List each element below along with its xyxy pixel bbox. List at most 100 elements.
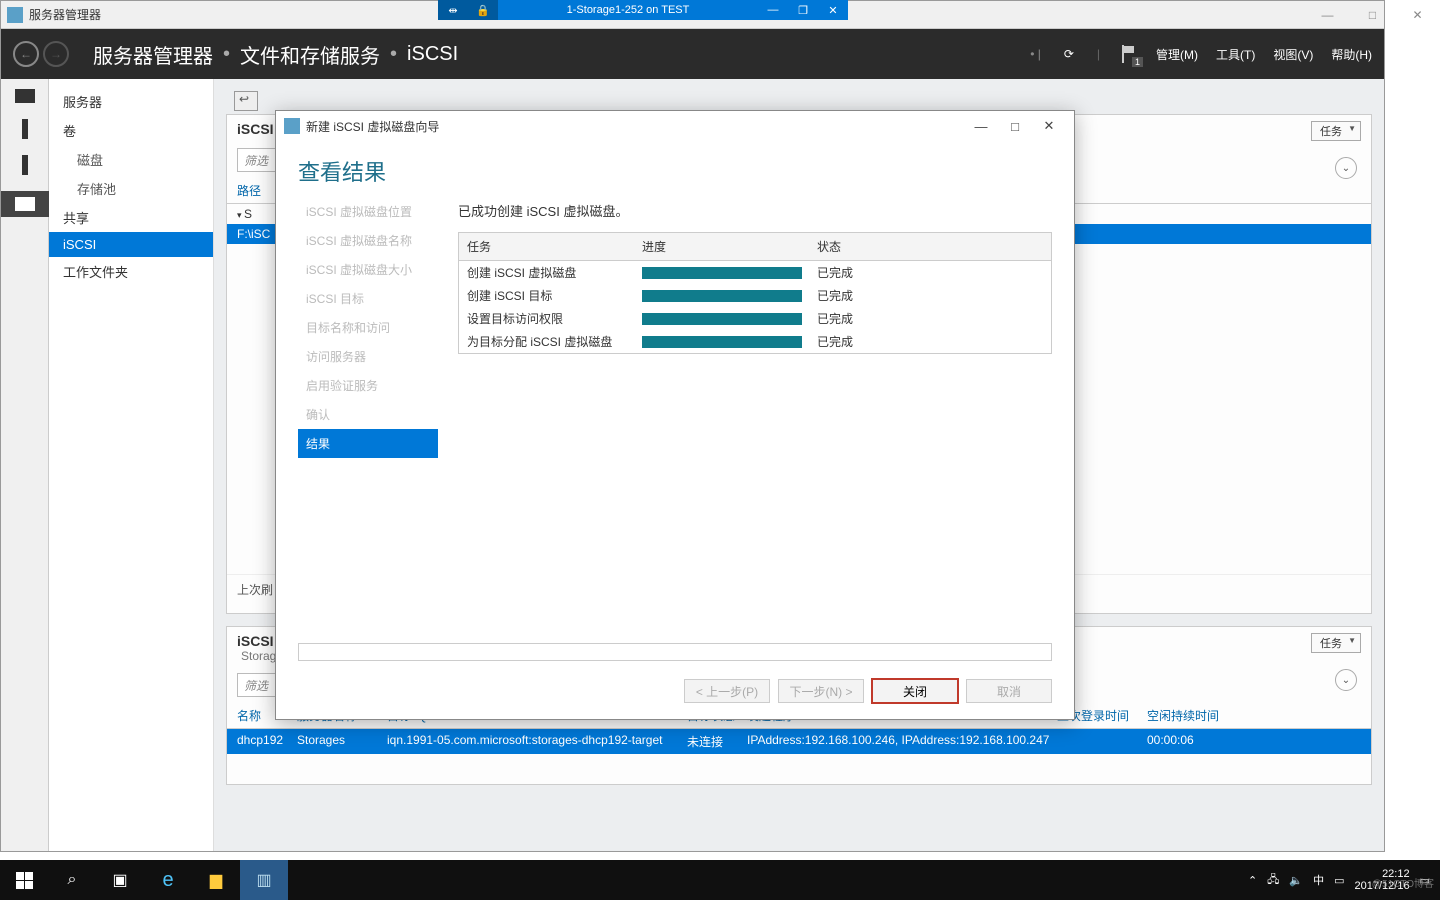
nav-storage-pools[interactable]: 存储池 — [49, 174, 213, 203]
file-storage-icon[interactable] — [1, 191, 49, 217]
cell-iqn: iqn.1991-05.com.microsoft:storages-dhcp1… — [387, 733, 687, 750]
ime-icon[interactable]: ▭ — [1334, 874, 1344, 887]
progress-bar — [642, 290, 802, 302]
cell-initiator: IPAddress:192.168.100.246, IPAddress:192… — [747, 733, 1057, 750]
ie-icon[interactable]: e — [144, 860, 192, 900]
header-dash: • | — [1030, 47, 1041, 61]
nav-shares[interactable]: 共享 — [49, 203, 213, 232]
task-label: 设置目标访问权限 — [459, 307, 634, 330]
cancel-button: 取消 — [966, 679, 1052, 703]
ime-indicator[interactable]: 中 — [1313, 872, 1324, 888]
status-label: 已完成 — [809, 330, 909, 353]
step-auth: 启用验证服务 — [298, 371, 438, 400]
step-target: iSCSI 目标 — [298, 284, 438, 313]
expand-toggle-2[interactable]: ⌄ — [1335, 669, 1357, 691]
wizard-max-button[interactable]: □ — [998, 119, 1032, 134]
header-bar: ← → 服务器管理器 • 文件和存储服务 • iSCSI • | ⟳ | 1 管… — [1, 29, 1384, 79]
notifications-flag-icon[interactable]: 1 — [1118, 44, 1138, 64]
wizard-steps: iSCSI 虚拟磁盘位置 iSCSI 虚拟磁盘名称 iSCSI 虚拟磁盘大小 i… — [298, 197, 438, 633]
close-button[interactable]: 关闭 — [872, 679, 958, 703]
volume-icon[interactable]: 🔈 — [1289, 874, 1303, 887]
wizard-message: 已成功创建 iSCSI 虚拟磁盘。 — [458, 201, 1052, 220]
cell-last — [1057, 733, 1147, 750]
step-results: 结果 — [298, 429, 438, 458]
rdp-pin-icon[interactable]: ⇹ — [438, 0, 468, 20]
explorer-icon[interactable]: ▆ — [192, 860, 240, 900]
task-label: 为目标分配 iSCSI 虚拟磁盘 — [459, 330, 634, 353]
rdp-lock-icon: 🔒 — [468, 0, 498, 20]
task-label: 创建 iSCSI 目标 — [459, 284, 634, 307]
crumb-1[interactable]: 文件和存储服务 — [240, 40, 380, 69]
nav-volumes[interactable]: 卷 — [49, 116, 213, 145]
status-label: 已完成 — [809, 284, 909, 307]
chevron-icon: • — [390, 43, 397, 66]
all-servers-icon[interactable] — [22, 155, 28, 175]
expand-toggle[interactable]: ⌄ — [1335, 157, 1357, 179]
result-row: 创建 iSCSI 虚拟磁盘 已完成 — [459, 261, 1051, 284]
tasks-dropdown[interactable]: 任务 — [1311, 121, 1361, 141]
network-icon[interactable]: 🖧 — [1267, 871, 1279, 890]
system-tray[interactable]: ⌃ 🖧 🔈 中 ▭ 22:12 2017/12/16 ▭ @51CTO博客 — [1248, 868, 1440, 892]
col-status: 状态 — [809, 233, 909, 260]
results-table: 任务 进度 状态 创建 iSCSI 虚拟磁盘 已完成 创建 iSCSI 目标 已… — [458, 232, 1052, 354]
search-icon[interactable]: ⌕ — [48, 860, 96, 900]
target-row[interactable]: dhcp192 Storages iqn.1991-05.com.microso… — [227, 729, 1371, 754]
crumb-2[interactable]: iSCSI — [407, 43, 458, 66]
remote-connection-bar: ⇹ 🔒 1-Storage1-252 on TEST — ❐ ✕ — [438, 0, 848, 20]
cell-idle: 00:00:06 — [1147, 733, 1237, 750]
nav-back-button[interactable]: ← — [13, 41, 39, 67]
wizard-bottom-box — [298, 643, 1052, 661]
result-row: 创建 iSCSI 目标 已完成 — [459, 284, 1051, 307]
col-idle[interactable]: 空闲持续时间 — [1147, 707, 1237, 724]
progress-bar — [642, 313, 802, 325]
menu-help[interactable]: 帮助(H) — [1331, 46, 1372, 63]
step-access: 访问服务器 — [298, 342, 438, 371]
nav-forward-button[interactable]: → — [43, 41, 69, 67]
crumb-root[interactable]: 服务器管理器 — [93, 40, 213, 69]
wizard-icon — [284, 118, 300, 134]
task-view-icon[interactable]: ▣ — [96, 860, 144, 900]
dashboard-icon[interactable] — [15, 89, 35, 103]
start-button[interactable] — [0, 860, 48, 900]
nav-work-folders[interactable]: 工作文件夹 — [49, 257, 213, 286]
nav-iscsi[interactable]: iSCSI — [49, 232, 213, 257]
step-target-name: 目标名称和访问 — [298, 313, 438, 342]
result-row: 为目标分配 iSCSI 虚拟磁盘 已完成 — [459, 330, 1051, 353]
host-min-button[interactable]: — — [1305, 0, 1350, 30]
rdp-restore-button[interactable]: ❐ — [788, 0, 818, 20]
col-progress: 进度 — [634, 233, 809, 260]
nav-disks[interactable]: 磁盘 — [49, 145, 213, 174]
wizard-min-button[interactable]: — — [964, 119, 998, 134]
menu-tools[interactable]: 工具(T) — [1216, 46, 1255, 63]
nav-servers[interactable]: 服务器 — [49, 87, 213, 116]
host-max-button[interactable]: □ — [1350, 0, 1395, 30]
panel-title: iSCSI — [237, 121, 274, 137]
cell-server: Storages — [297, 733, 387, 750]
step-location: iSCSI 虚拟磁盘位置 — [298, 197, 438, 226]
rdp-min-button[interactable]: — — [758, 0, 788, 20]
wizard-titlebar[interactable]: 新建 iSCSI 虚拟磁盘向导 — □ ✕ — [276, 111, 1074, 141]
wizard-title: 新建 iSCSI 虚拟磁盘向导 — [306, 118, 439, 135]
wizard-close-button[interactable]: ✕ — [1032, 118, 1066, 134]
rdp-title: 1-Storage1-252 on TEST — [498, 0, 758, 20]
tasks-dropdown-2[interactable]: 任务 — [1311, 633, 1361, 653]
status-label: 已完成 — [809, 307, 909, 330]
host-close-button[interactable]: ✕ — [1395, 0, 1440, 30]
local-server-icon[interactable] — [22, 119, 28, 139]
taskbar: ⌕ ▣ e ▆ ▥ ⌃ 🖧 🔈 中 ▭ 22:12 2017/12/16 ▭ @… — [0, 860, 1440, 900]
refresh-icon[interactable]: ⟳ — [1059, 44, 1079, 64]
server-manager-icon — [7, 7, 23, 23]
window-title: 服务器管理器 — [29, 6, 101, 23]
tray-up-icon[interactable]: ⌃ — [1248, 874, 1257, 887]
undo-icon[interactable] — [234, 91, 258, 111]
menu-view[interactable]: 视图(V) — [1273, 46, 1313, 63]
server-manager-taskbar-icon[interactable]: ▥ — [240, 860, 288, 900]
rdp-close-button[interactable]: ✕ — [818, 0, 848, 20]
host-window-controls: — □ ✕ — [1305, 0, 1440, 30]
wizard-button-row: < 上一步(P) 下一步(N) > 关闭 取消 — [276, 669, 1074, 719]
result-row: 设置目标访问权限 已完成 — [459, 307, 1051, 330]
prev-button: < 上一步(P) — [684, 679, 770, 703]
step-name: iSCSI 虚拟磁盘名称 — [298, 226, 438, 255]
breadcrumb: 服务器管理器 • 文件和存储服务 • iSCSI — [93, 40, 458, 69]
menu-manage[interactable]: 管理(M) — [1156, 46, 1198, 63]
